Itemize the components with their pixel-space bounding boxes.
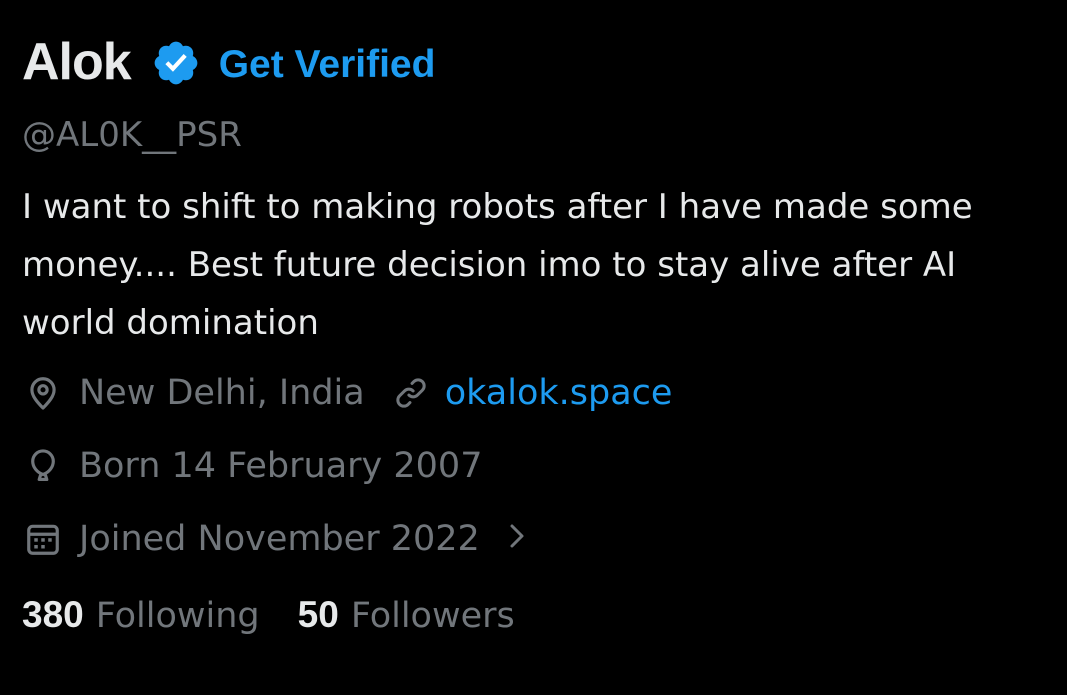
birthday-row: Born 14 February 2007 xyxy=(22,447,1052,485)
location-website-row: New Delhi, India okalok.space xyxy=(22,374,1052,412)
user-handle: @AL0K__PSR xyxy=(22,115,242,155)
profile-info: Alok Get Verified @AL0K__PSR I want to s… xyxy=(22,28,1052,634)
display-name: Alok xyxy=(22,33,132,91)
link-icon xyxy=(393,375,429,411)
following-stat[interactable]: 380 Following xyxy=(22,596,260,634)
location-pin-icon xyxy=(24,374,62,412)
calendar-icon xyxy=(24,520,62,558)
website-link[interactable]: okalok.space xyxy=(393,375,673,411)
followers-count: 50 xyxy=(297,594,339,635)
birthday-text: Born 14 February 2007 xyxy=(79,445,483,486)
joined-row[interactable]: Joined November 2022 xyxy=(22,520,1052,558)
followers-label: Followers xyxy=(350,596,515,636)
location-text: New Delhi, India xyxy=(79,372,365,413)
name-row: Alok Get Verified xyxy=(22,28,1052,96)
follow-stats: 380 Following 50 Followers xyxy=(22,596,1052,634)
bio: I want to shift to making robots after I… xyxy=(22,187,973,343)
verified-badge-icon[interactable] xyxy=(151,38,201,88)
balloon-icon xyxy=(24,447,62,485)
followers-stat[interactable]: 50 Followers xyxy=(298,596,515,634)
joined-text: Joined November 2022 xyxy=(79,518,480,559)
following-label: Following xyxy=(95,596,260,636)
get-verified-link[interactable]: Get Verified xyxy=(219,45,436,84)
website-text[interactable]: okalok.space xyxy=(445,375,673,411)
chevron-right-icon[interactable] xyxy=(506,521,528,551)
following-count: 380 xyxy=(22,594,84,635)
